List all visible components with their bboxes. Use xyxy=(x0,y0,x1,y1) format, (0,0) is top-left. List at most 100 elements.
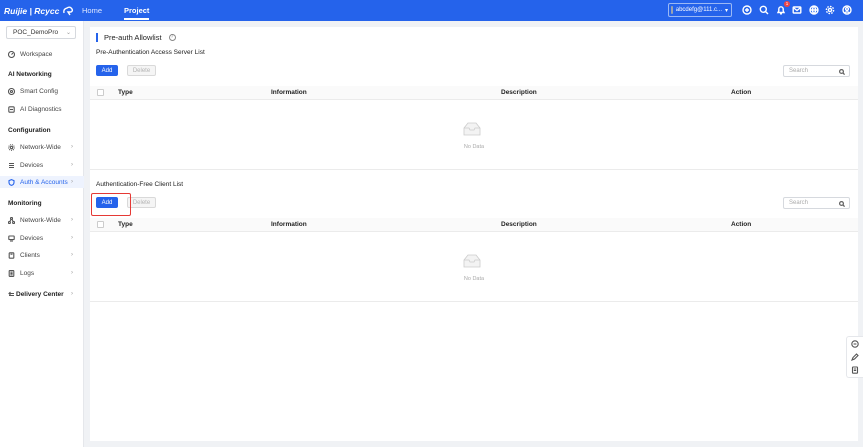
top-bar: Ruijie | Rcycc Home Project abcdefg@111.… xyxy=(0,0,863,21)
column-header-information: Information xyxy=(271,89,307,96)
chat-icon[interactable] xyxy=(851,340,859,348)
device-icon xyxy=(8,234,15,242)
sidebar-item-monitor-network-wide[interactable]: Network-Wide › xyxy=(0,214,84,226)
main-content: Pre-auth Allowlist ? Pre-Authentication … xyxy=(90,27,858,441)
network-settings-icon xyxy=(8,143,15,151)
account-avatar xyxy=(671,6,673,14)
chevron-right-icon: › xyxy=(71,162,73,168)
chevron-down-icon: ⌄ xyxy=(65,30,71,36)
search-icon xyxy=(839,200,845,207)
server-table-header: Type Information Description Action xyxy=(90,86,858,100)
server-search-input[interactable]: Search xyxy=(783,65,850,77)
client-search-input[interactable]: Search xyxy=(783,197,850,209)
sidebar-item-logs[interactable]: Logs › xyxy=(0,267,84,279)
select-all-checkbox[interactable] xyxy=(97,89,104,96)
sidebar: POC_DemoPro ⌄ Workspace AI Networking Sm… xyxy=(0,21,84,447)
notification-badge: 1 xyxy=(784,1,790,7)
sidebar-item-workspace[interactable]: Workspace xyxy=(0,48,84,60)
empty-state-text: No Data xyxy=(463,144,485,150)
smart-config-icon xyxy=(7,87,16,95)
column-header-type: Type xyxy=(118,89,133,96)
column-header-action: Action xyxy=(731,221,752,228)
page-title-text: Pre-auth Allowlist xyxy=(104,33,162,42)
page-title: Pre-auth Allowlist ? xyxy=(96,33,176,42)
sidebar-item-ai-diagnostics[interactable]: AI Diagnostics xyxy=(0,103,84,115)
globe-icon[interactable] xyxy=(808,4,820,16)
client-table-empty: No Data xyxy=(90,233,858,302)
chevron-right-icon: › xyxy=(71,235,73,241)
empty-box-icon xyxy=(461,253,483,269)
nav-project[interactable]: Project xyxy=(124,0,150,21)
clients-icon xyxy=(8,251,15,259)
chevron-right-icon: › xyxy=(71,270,73,276)
sidebar-item-label: Logs xyxy=(20,269,35,277)
column-header-type: Type xyxy=(118,221,133,228)
ruijie-logo[interactable]: Ruijie | Rcycc xyxy=(4,4,74,17)
search-icon[interactable] xyxy=(758,4,770,16)
sidebar-item-label: Network-Wide xyxy=(20,216,61,224)
sidebar-item-config-network-wide[interactable]: Network-Wide › xyxy=(0,141,84,153)
shield-icon xyxy=(8,178,15,186)
search-placeholder: Search xyxy=(789,200,809,206)
delete-client-button[interactable]: Delete xyxy=(127,197,156,208)
sidebar-item-delivery-center[interactable]: Delivery Center › xyxy=(0,288,84,300)
select-all-checkbox[interactable] xyxy=(97,221,104,228)
clipboard-icon[interactable] xyxy=(851,366,859,374)
user-icon[interactable] xyxy=(841,4,853,16)
edit-icon[interactable] xyxy=(851,353,859,361)
chevron-down-icon: ▾ xyxy=(724,7,728,14)
devices-list-icon xyxy=(8,162,15,169)
section-title-pre-auth-server-list: Pre-Authentication Access Server List xyxy=(96,49,205,56)
project-select[interactable]: POC_DemoPro ⌄ xyxy=(6,26,76,39)
gauge-icon xyxy=(7,50,16,58)
sidebar-item-monitor-devices[interactable]: Devices › xyxy=(0,232,84,244)
diagnostics-icon xyxy=(8,105,15,113)
column-header-description: Description xyxy=(501,221,537,228)
server-table-empty: No Data xyxy=(90,101,858,170)
account-label: abcdefg@111.c... xyxy=(675,7,722,13)
floating-toolbar xyxy=(846,336,863,378)
sidebar-heading-ai-networking: AI Networking xyxy=(8,71,52,78)
sidebar-item-label: Network-Wide xyxy=(20,143,61,151)
chevron-right-icon: › xyxy=(71,252,73,258)
sidebar-item-label: Clients xyxy=(20,251,40,259)
sidebar-item-label: AI Diagnostics xyxy=(20,105,62,113)
column-header-information: Information xyxy=(271,221,307,228)
search-icon xyxy=(839,68,845,75)
title-accent-bar xyxy=(96,33,98,42)
chevron-right-icon: › xyxy=(71,291,73,297)
chevron-right-icon: › xyxy=(71,217,73,223)
account-selector[interactable]: abcdefg@111.c... ▾ xyxy=(668,3,732,17)
sidebar-item-label: Workspace xyxy=(20,50,53,58)
topology-icon xyxy=(7,216,16,224)
search-placeholder: Search xyxy=(789,68,809,74)
delete-server-button[interactable]: Delete xyxy=(127,65,156,76)
sidebar-heading-configuration: Configuration xyxy=(8,127,51,134)
sidebar-item-config-devices[interactable]: Devices › xyxy=(0,159,84,171)
sidebar-item-auth-accounts[interactable]: Auth & Accounts › xyxy=(0,176,84,188)
empty-state-text: No Data xyxy=(463,276,485,282)
sidebar-item-label: Smart Config xyxy=(20,87,58,95)
help-icon[interactable]: ? xyxy=(168,34,176,41)
sidebar-item-label: Devices xyxy=(20,161,44,169)
sidebar-item-smart-config[interactable]: Smart Config xyxy=(0,85,84,97)
empty-box-icon xyxy=(461,121,483,137)
section-title-auth-free-client-list: Authentication-Free Client List xyxy=(96,181,184,188)
chevron-right-icon: › xyxy=(71,144,73,150)
gear-icon[interactable] xyxy=(824,4,836,16)
nav-home[interactable]: Home xyxy=(82,0,102,21)
document-icon xyxy=(8,269,15,277)
project-select-value: POC_DemoPro xyxy=(13,29,59,36)
chevron-right-icon: › xyxy=(71,179,73,185)
add-circle-icon[interactable] xyxy=(741,4,753,16)
client-table-header: Type Information Description Action xyxy=(90,218,858,232)
sidebar-item-clients[interactable]: Clients › xyxy=(0,249,84,261)
highlight-box xyxy=(91,193,131,216)
add-server-button[interactable]: Add xyxy=(96,65,118,76)
sidebar-heading-monitoring: Monitoring xyxy=(8,200,42,207)
cloud-logo-icon xyxy=(63,6,74,15)
delivery-icon xyxy=(8,291,15,298)
sidebar-item-label: Devices xyxy=(20,234,44,242)
message-icon[interactable] xyxy=(791,4,803,16)
column-header-description: Description xyxy=(501,89,537,96)
